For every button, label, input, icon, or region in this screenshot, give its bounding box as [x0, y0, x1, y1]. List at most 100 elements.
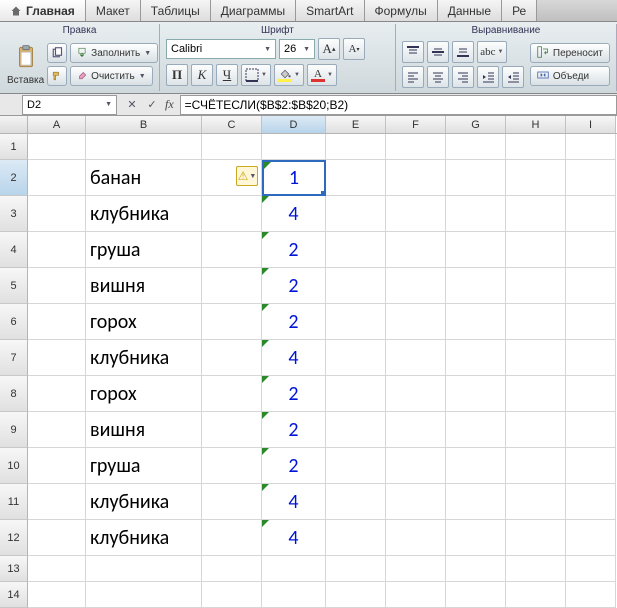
cell[interactable] [446, 556, 506, 582]
cell[interactable] [202, 520, 262, 556]
cell[interactable] [86, 582, 202, 608]
cell[interactable] [386, 134, 446, 160]
cell[interactable] [506, 484, 566, 520]
cell[interactable]: 4 [262, 340, 326, 376]
cell[interactable]: горох [86, 304, 202, 340]
cell[interactable] [28, 556, 86, 582]
cell[interactable]: 4 [262, 484, 326, 520]
cancel-formula-button[interactable]: ✕ [123, 96, 141, 114]
align-left-button[interactable] [402, 66, 424, 88]
cell[interactable] [202, 448, 262, 484]
tab-more[interactable]: Ре [502, 0, 537, 21]
align-middle-button[interactable] [427, 41, 449, 63]
col-header-f[interactable]: F [386, 116, 446, 133]
cell[interactable] [326, 412, 386, 448]
cell[interactable] [86, 556, 202, 582]
cell[interactable]: банан [86, 160, 202, 196]
grow-font-button[interactable]: A▴ [318, 38, 340, 60]
tab-smartart[interactable]: SmartArt [296, 0, 364, 21]
increase-indent-button[interactable] [502, 66, 524, 88]
align-top-button[interactable] [402, 41, 424, 63]
cell[interactable] [506, 232, 566, 268]
cell[interactable] [326, 160, 386, 196]
cell[interactable] [506, 196, 566, 232]
row-header[interactable]: 7 [0, 340, 28, 376]
cell[interactable] [566, 134, 616, 160]
cell[interactable] [326, 134, 386, 160]
cell[interactable] [202, 556, 262, 582]
cell[interactable] [326, 582, 386, 608]
cell[interactable] [446, 160, 506, 196]
formula-input[interactable]: =СЧЁТЕСЛИ($B$2:$B$20;B2) [180, 95, 617, 115]
col-header-h[interactable]: H [506, 116, 566, 133]
cell[interactable] [326, 304, 386, 340]
cell[interactable] [446, 304, 506, 340]
row-header[interactable]: 8 [0, 376, 28, 412]
cell[interactable]: клубника [86, 484, 202, 520]
font-color-button[interactable]: A ▼ [307, 64, 337, 86]
font-size-select[interactable]: 26 ▼ [279, 39, 315, 59]
cell[interactable] [28, 134, 86, 160]
cell[interactable] [202, 134, 262, 160]
cell[interactable] [386, 268, 446, 304]
row-header[interactable]: 5 [0, 268, 28, 304]
paste-button[interactable]: Вставка [6, 39, 45, 91]
tab-home[interactable]: Главная [0, 0, 86, 21]
underline-button[interactable]: Ч [216, 64, 238, 86]
cell[interactable]: горох [86, 376, 202, 412]
row-header[interactable]: 11 [0, 484, 28, 520]
orientation-button[interactable]: abc▼ [477, 41, 507, 63]
cell[interactable] [202, 376, 262, 412]
fill-color-button[interactable]: ▼ [274, 64, 304, 86]
row-header[interactable]: 1 [0, 134, 28, 160]
cell[interactable] [326, 232, 386, 268]
row-header[interactable]: 6 [0, 304, 28, 340]
cell[interactable] [262, 582, 326, 608]
cell[interactable] [202, 340, 262, 376]
cell[interactable] [326, 556, 386, 582]
cell[interactable] [28, 340, 86, 376]
cell[interactable] [386, 160, 446, 196]
row-header[interactable]: 12 [0, 520, 28, 556]
cell[interactable] [386, 376, 446, 412]
cell[interactable] [386, 520, 446, 556]
cell[interactable]: 2 [262, 412, 326, 448]
row-header[interactable]: 4 [0, 232, 28, 268]
cell[interactable] [446, 134, 506, 160]
cell[interactable]: 4 [262, 520, 326, 556]
merge-button[interactable]: Объеди [530, 66, 610, 86]
col-header-d[interactable]: D [262, 116, 326, 133]
cell[interactable] [386, 340, 446, 376]
cell[interactable] [386, 484, 446, 520]
row-header[interactable]: 10 [0, 448, 28, 484]
format-painter-button[interactable] [47, 66, 67, 86]
cell[interactable]: вишня [86, 412, 202, 448]
cell[interactable] [28, 376, 86, 412]
cell[interactable] [326, 484, 386, 520]
select-all-corner[interactable] [0, 116, 28, 133]
cell[interactable]: 2 [262, 232, 326, 268]
cell[interactable] [566, 376, 616, 412]
cell[interactable] [202, 412, 262, 448]
cell[interactable] [202, 484, 262, 520]
cell[interactable] [86, 134, 202, 160]
cell[interactable] [566, 448, 616, 484]
cell[interactable] [28, 484, 86, 520]
cell[interactable] [446, 520, 506, 556]
cell[interactable] [446, 268, 506, 304]
cell[interactable] [326, 448, 386, 484]
clear-button[interactable]: Очистить ▼ [70, 66, 152, 86]
cell[interactable] [566, 484, 616, 520]
cell[interactable]: 4 [262, 196, 326, 232]
border-button[interactable]: ▼ [241, 64, 271, 86]
tab-data[interactable]: Данные [438, 0, 502, 21]
row-header[interactable]: 2 [0, 160, 28, 196]
cell[interactable] [566, 196, 616, 232]
col-header-b[interactable]: B [86, 116, 202, 133]
cell[interactable] [566, 520, 616, 556]
cell[interactable] [28, 582, 86, 608]
cell[interactable]: груша [86, 232, 202, 268]
tab-layout[interactable]: Макет [86, 0, 141, 21]
cell[interactable] [506, 340, 566, 376]
cell[interactable] [446, 232, 506, 268]
